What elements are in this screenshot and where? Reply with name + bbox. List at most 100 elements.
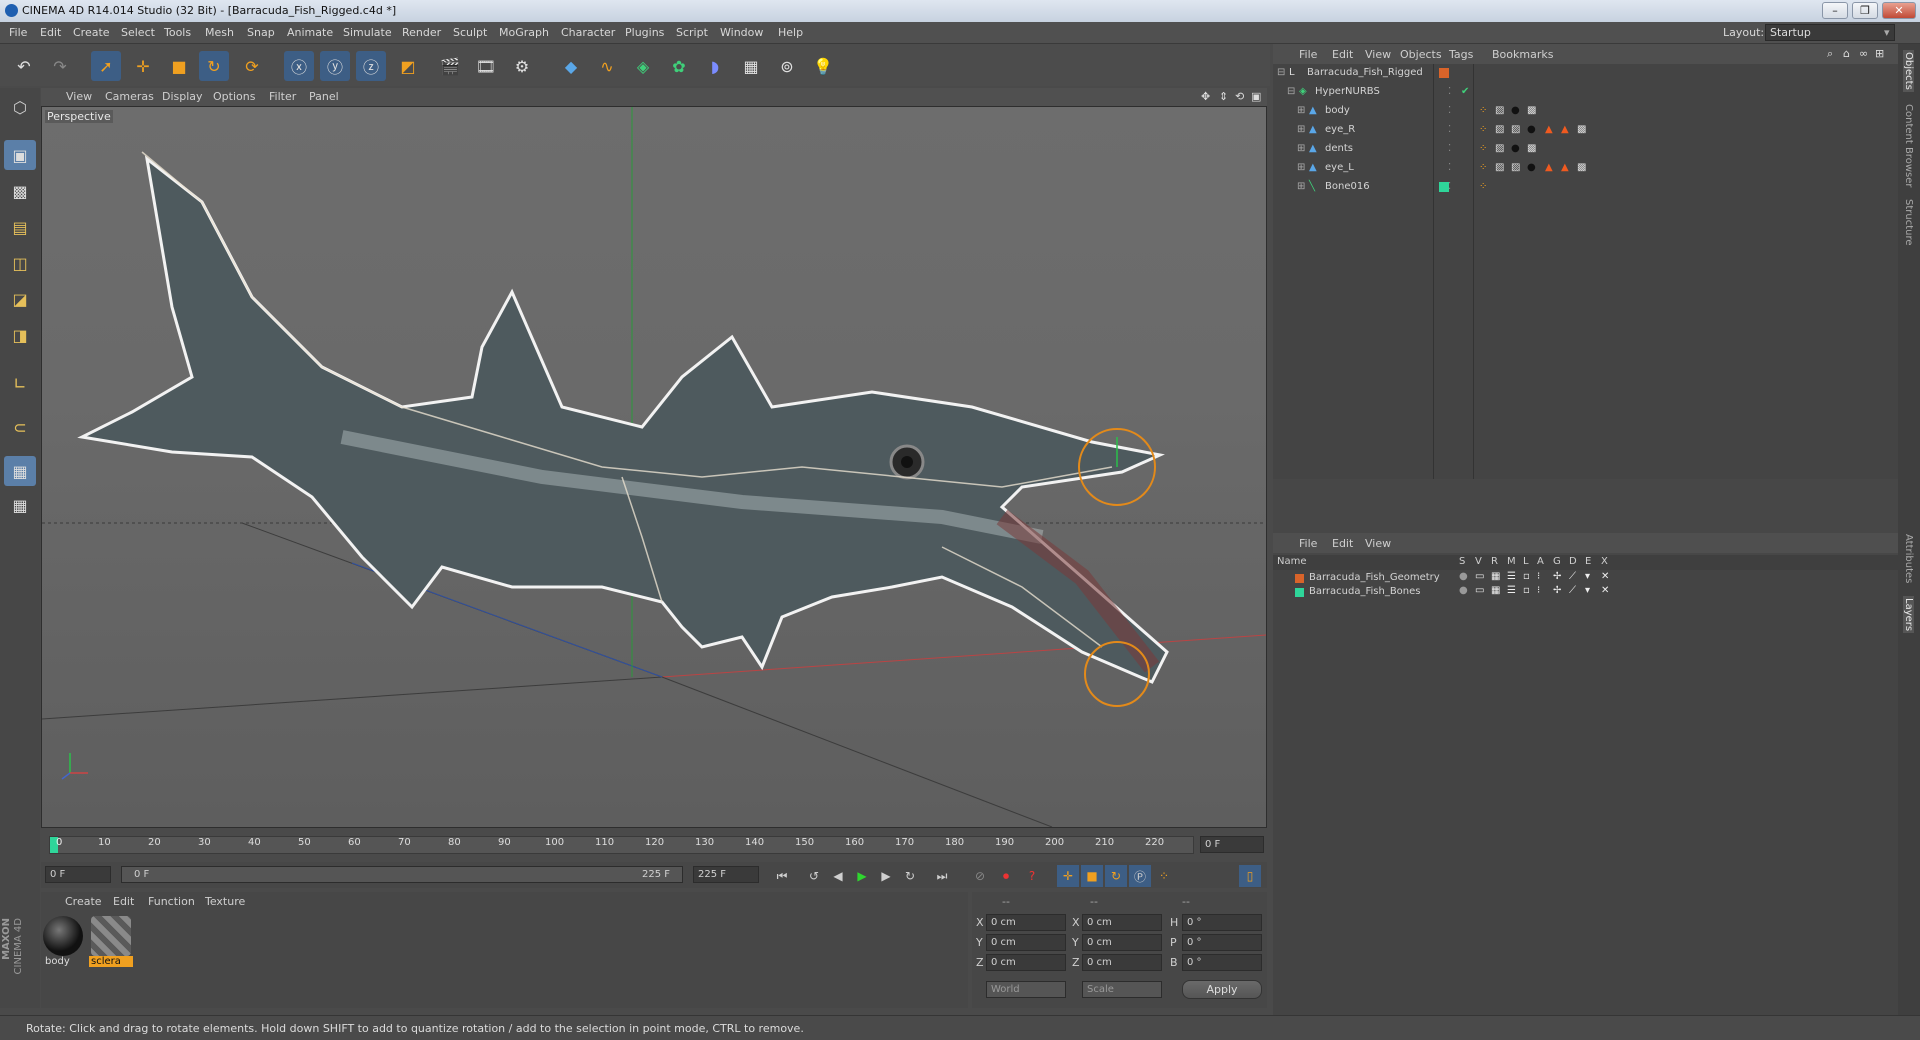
- material-tag-icon[interactable]: ●: [1527, 162, 1536, 173]
- array-button[interactable]: ✿: [664, 51, 694, 81]
- coord-pos-z-field[interactable]: 0 cm: [986, 954, 1066, 971]
- redo-button[interactable]: ↷: [45, 51, 75, 81]
- timeline-window-button[interactable]: ▯: [1239, 865, 1261, 887]
- tab-objects[interactable]: Objects: [1903, 50, 1914, 92]
- selection-tag-icon[interactable]: ▲: [1561, 162, 1569, 173]
- material-tag-icon[interactable]: ●: [1511, 105, 1520, 116]
- uvw-tag-icon[interactable]: ▨: [1495, 124, 1504, 135]
- camera-button[interactable]: ⊚: [772, 51, 802, 81]
- visibility-dots[interactable]: ⁚: [1448, 124, 1451, 135]
- expand-icon[interactable]: ⊞: [1297, 124, 1305, 135]
- col-generators[interactable]: G: [1553, 556, 1561, 567]
- selection-tag-icon[interactable]: ▲: [1561, 124, 1569, 135]
- col-animation[interactable]: A: [1537, 556, 1544, 567]
- lm-menu-edit[interactable]: Edit: [1332, 537, 1353, 550]
- uvw-tag-icon[interactable]: ▨: [1495, 105, 1504, 116]
- manager-icon[interactable]: ☰: [1507, 571, 1516, 582]
- material-swatch-sclera[interactable]: sclera: [89, 916, 133, 968]
- layer-color-swatch[interactable]: [1295, 574, 1304, 583]
- layer-row[interactable]: Barracuda_Fish_Geometry ● ▭ ▦ ☰ ▫ ⁝ ✢ ⟋ …: [1273, 571, 1898, 585]
- deformer-icon[interactable]: ⟋: [1569, 585, 1576, 596]
- animation-icon[interactable]: ⁝: [1537, 571, 1540, 582]
- make-editable-button[interactable]: ⬡: [4, 92, 36, 122]
- menu-snap[interactable]: Snap: [247, 26, 275, 39]
- axis-mode-button[interactable]: ∟: [4, 368, 36, 398]
- weight-tag-icon[interactable]: ⁘: [1479, 162, 1487, 173]
- autokey-button[interactable]: ⏺: [995, 865, 1017, 887]
- menu-plugins[interactable]: Plugins: [625, 26, 664, 39]
- coord-pos-y-field[interactable]: 0 cm: [986, 934, 1066, 951]
- selection-tag-icon[interactable]: ▲: [1545, 124, 1553, 135]
- workplane-lock-button[interactable]: ▦: [4, 456, 36, 486]
- x-axis-button[interactable]: ⓧ: [284, 51, 314, 81]
- object-row[interactable]: ⊞ ▲ body ⁚ ⁘ ▨ ● ▩: [1273, 102, 1898, 120]
- xref-icon[interactable]: ✕: [1601, 585, 1609, 596]
- xref-icon[interactable]: ✕: [1601, 571, 1609, 582]
- render-settings-button[interactable]: ⚙: [507, 51, 537, 81]
- col-locked[interactable]: L: [1523, 556, 1529, 567]
- coord-rot-b-field[interactable]: 0 °: [1182, 954, 1262, 971]
- render-icon[interactable]: ▦: [1491, 585, 1500, 596]
- expression-icon[interactable]: ▾: [1585, 571, 1590, 582]
- live-selection-button[interactable]: ➚: [91, 51, 121, 81]
- weight-tag-icon[interactable]: ⁘: [1479, 105, 1487, 116]
- om-menu-tags[interactable]: Tags: [1449, 48, 1473, 61]
- floor-button[interactable]: ▦: [736, 51, 766, 81]
- expand-icon[interactable]: ⊞: [1297, 143, 1305, 154]
- coord-pos-x-field[interactable]: 0 cm: [986, 914, 1066, 931]
- menu-window[interactable]: Window: [720, 26, 763, 39]
- menu-tools[interactable]: Tools: [164, 26, 191, 39]
- lock-icon[interactable]: ▫: [1523, 571, 1530, 582]
- om-menu-objects[interactable]: Objects: [1400, 48, 1442, 61]
- col-render[interactable]: R: [1491, 556, 1498, 567]
- start-frame-field[interactable]: 0 F: [45, 866, 111, 883]
- menu-animate[interactable]: Animate: [287, 26, 333, 39]
- texture-tag-icon[interactable]: ▨: [1511, 162, 1520, 173]
- material-tag-icon[interactable]: ●: [1527, 124, 1536, 135]
- perspective-viewport[interactable]: Perspective: [41, 106, 1267, 828]
- menu-render[interactable]: Render: [402, 26, 441, 39]
- vp-menu-filter[interactable]: Filter: [269, 90, 296, 103]
- menu-character[interactable]: Character: [561, 26, 615, 39]
- tab-content-browser[interactable]: Content Browser: [1903, 104, 1914, 187]
- menu-script[interactable]: Script: [676, 26, 708, 39]
- expand-icon[interactable]: ⊞: [1297, 162, 1305, 173]
- manager-icon[interactable]: ☰: [1507, 585, 1516, 596]
- frame-range-slider[interactable]: 0 F 225 F: [121, 866, 683, 883]
- new-window-icon[interactable]: ⊞: [1875, 47, 1884, 60]
- locked-workplane-button[interactable]: ▦: [4, 490, 36, 520]
- col-view[interactable]: V: [1475, 556, 1482, 567]
- key-parameter-button[interactable]: Ⓟ: [1129, 865, 1151, 887]
- visibility-dots[interactable]: ⁚: [1448, 162, 1451, 173]
- checker-tag-icon[interactable]: ▩: [1527, 143, 1536, 154]
- search-icon[interactable]: ⌕: [1827, 47, 1833, 61]
- menu-select[interactable]: Select: [121, 26, 155, 39]
- vp-menu-display[interactable]: Display: [162, 90, 203, 103]
- minimize-button[interactable]: –: [1822, 2, 1848, 19]
- lm-menu-file[interactable]: File: [1299, 537, 1317, 550]
- vp-menu-cameras[interactable]: Cameras: [105, 90, 154, 103]
- col-xref[interactable]: X: [1601, 556, 1608, 567]
- prev-key-button[interactable]: ↺: [803, 865, 825, 887]
- menu-sculpt[interactable]: Sculpt: [453, 26, 487, 39]
- material-swatch-body[interactable]: body: [43, 916, 83, 968]
- key-scale-button[interactable]: ■: [1081, 865, 1103, 887]
- expression-icon[interactable]: ▾: [1585, 585, 1590, 596]
- points-mode-button[interactable]: ◫: [4, 248, 36, 278]
- collapse-icon[interactable]: ⊟: [1287, 86, 1295, 97]
- pan-icon[interactable]: ✥: [1201, 90, 1210, 103]
- vp-menu-options[interactable]: Options: [213, 90, 255, 103]
- edges-mode-button[interactable]: ◪: [4, 284, 36, 314]
- visibility-dots[interactable]: ⁚: [1448, 86, 1451, 97]
- visibility-dots[interactable]: ⁚: [1448, 181, 1451, 192]
- recent-tool-button[interactable]: ⟳: [237, 51, 267, 81]
- om-menu-edit[interactable]: Edit: [1332, 48, 1353, 61]
- uvw-tag-icon[interactable]: ▨: [1495, 162, 1504, 173]
- maximize-button[interactable]: ❐: [1852, 2, 1878, 19]
- scale-dropdown[interactable]: Scale: [1082, 981, 1162, 998]
- render-icon[interactable]: ▦: [1491, 571, 1500, 582]
- selection-tag-icon[interactable]: ▲: [1545, 162, 1553, 173]
- render-view-button[interactable]: 🎬: [435, 51, 465, 81]
- menu-create[interactable]: Create: [73, 26, 110, 39]
- snap-button[interactable]: ⊂: [4, 412, 36, 442]
